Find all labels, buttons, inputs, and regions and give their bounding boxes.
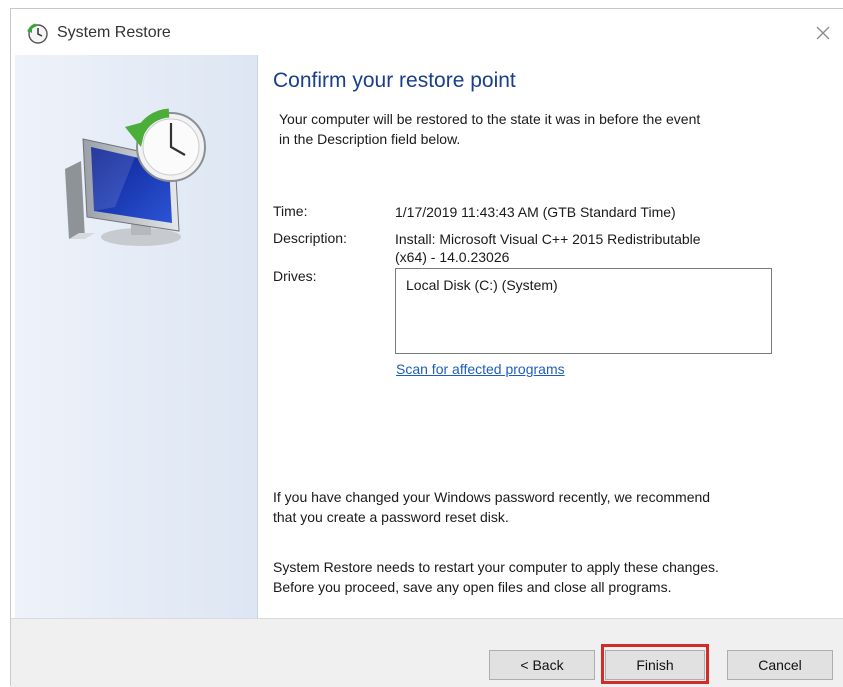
side-panel: [15, 55, 258, 618]
system-restore-icon: [27, 23, 49, 45]
intro-text: Your computer will be restored to the st…: [279, 109, 789, 149]
restart-notice: System Restore needs to restart your com…: [273, 557, 813, 597]
scan-affected-programs-link[interactable]: Scan for affected programs: [396, 361, 565, 377]
close-icon: [816, 26, 830, 40]
title-bar: System Restore: [11, 9, 843, 55]
window-title: System Restore: [57, 24, 171, 41]
back-button[interactable]: < Back: [489, 650, 595, 680]
description-label: Description:: [273, 230, 347, 246]
drives-label: Drives:: [273, 268, 317, 284]
intro-line-2: in the Description field below.: [279, 131, 461, 147]
finish-button[interactable]: Finish: [605, 650, 705, 680]
restart-line-1: System Restore needs to restart your com…: [273, 559, 719, 575]
time-value: 1/17/2019 11:43:43 AM (GTB Standard Time…: [395, 204, 676, 220]
close-button[interactable]: [809, 19, 837, 47]
password-line-2: that you create a password reset disk.: [273, 509, 509, 525]
description-line-2: (x64) - 14.0.23026: [395, 249, 510, 265]
page-title: Confirm your restore point: [273, 69, 516, 92]
time-label: Time:: [273, 203, 308, 219]
description-value: Install: Microsoft Visual C++ 2015 Redis…: [395, 230, 785, 266]
password-notice: If you have changed your Windows passwor…: [273, 487, 813, 527]
content-area: Confirm your restore point Your computer…: [273, 55, 833, 618]
cancel-button[interactable]: Cancel: [727, 650, 833, 680]
system-restore-window: System Restore Confirm your restore poin…: [10, 8, 843, 687]
restore-monitor-clock-icon: [65, 108, 206, 246]
intro-line-1: Your computer will be restored to the st…: [279, 111, 701, 127]
password-line-1: If you have changed your Windows passwor…: [273, 489, 711, 505]
drives-list[interactable]: Local Disk (C:) (System): [395, 268, 772, 354]
restart-line-2: Before you proceed, save any open files …: [273, 579, 672, 595]
drive-item[interactable]: Local Disk (C:) (System): [406, 277, 558, 293]
description-line-1: Install: Microsoft Visual C++ 2015 Redis…: [395, 231, 701, 247]
button-bar: < Back Finish Cancel: [11, 618, 843, 687]
